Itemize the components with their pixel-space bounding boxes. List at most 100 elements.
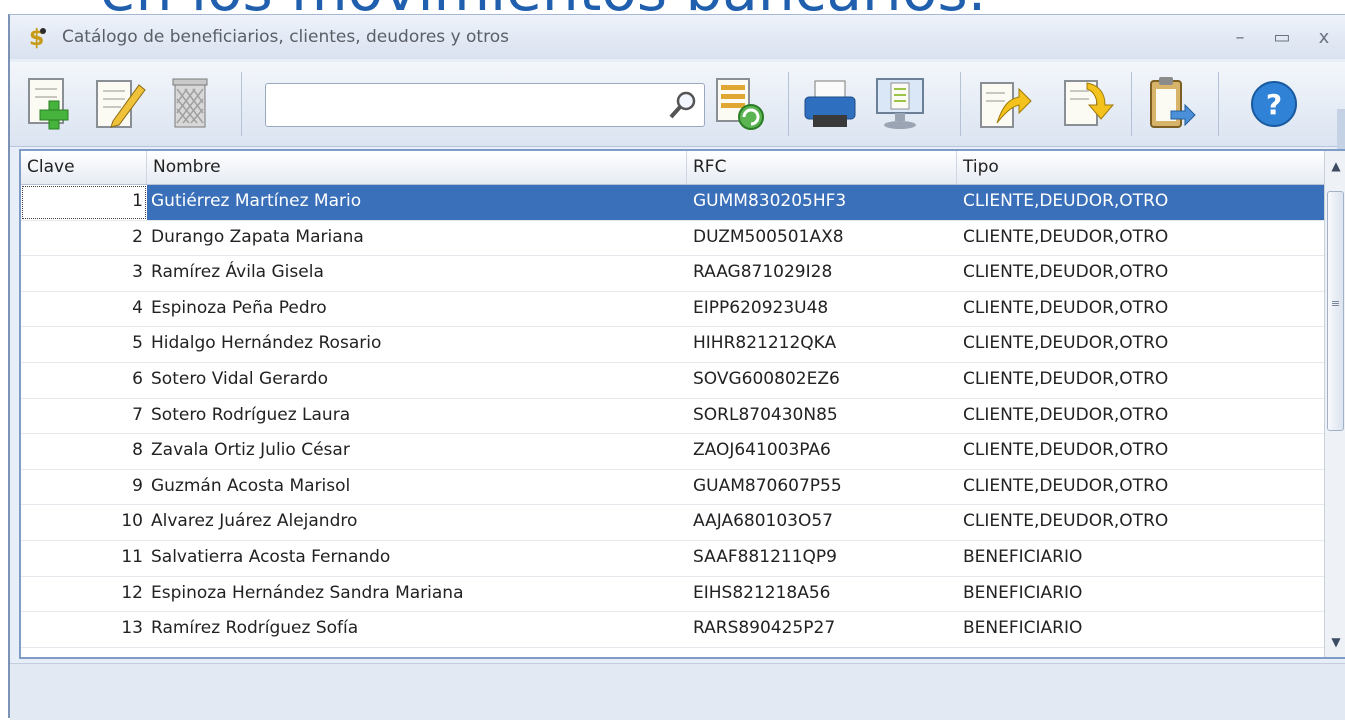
delete-trash-icon <box>172 78 208 128</box>
cell-clave: 1 <box>21 185 147 220</box>
vertical-scrollbar[interactable]: ▲ ≡ ▼ <box>1324 151 1345 657</box>
grid-header: Clave Nombre RFC Tipo <box>21 151 1327 185</box>
column-header-tipo[interactable]: Tipo <box>957 151 1327 184</box>
scroll-down-icon[interactable]: ▼ <box>1325 627 1345 657</box>
cell-rfc: AAJA680103O57 <box>693 511 833 532</box>
cell-clave: 10 <box>121 511 143 532</box>
help-icon: ? <box>1251 81 1297 127</box>
table-row[interactable]: 8 Zavala Ortiz Julio César ZAOJ641003PA6 CL… <box>21 434 1327 470</box>
refresh-button[interactable] <box>710 74 770 134</box>
cell-tipo: CLIENTE,DEUDOR,OTRO <box>963 297 1169 318</box>
scroll-thumb[interactable]: ≡ <box>1327 191 1344 431</box>
cell-nombre: Espinoza Hernández Sandra Mariana <box>151 582 464 603</box>
column-header-rfc[interactable]: RFC <box>687 151 957 184</box>
dollar-money-icon: $ <box>24 24 50 50</box>
table-row[interactable]: 5 Hidalgo Hernández Rosario HIHR821212QKA C… <box>21 327 1327 363</box>
edit-document-icon <box>96 80 146 128</box>
import-button[interactable] <box>1058 74 1118 134</box>
cell-nombre: Hidalgo Hernández Rosario <box>151 333 382 354</box>
refresh-list-icon <box>716 78 764 130</box>
cell-clave: 5 <box>132 333 143 354</box>
cell-tipo: BENEFICIARIO <box>963 582 1083 603</box>
cell-rfc: SOVG600802EZ6 <box>693 368 840 389</box>
table-row[interactable]: 1 Gutiérrez Martínez Mario GUMM830205HF3 CL… <box>21 185 1327 221</box>
cell-nombre: Gutiérrez Martínez Mario <box>147 185 687 220</box>
import-document-icon <box>1064 80 1115 126</box>
cell-nombre: Sotero Rodríguez Laura <box>151 404 351 425</box>
cell-clave: 13 <box>121 618 143 639</box>
column-header-clave[interactable]: Clave <box>21 151 147 184</box>
minimize-button[interactable]: – <box>1219 27 1261 48</box>
cell-nombre: Guzmán Acosta Marisol <box>151 475 351 496</box>
cell-tipo: CLIENTE,DEUDOR,OTRO <box>963 368 1169 389</box>
cell-nombre: Salvatierra Acosta Fernando <box>151 546 391 567</box>
search-input[interactable] <box>272 84 666 126</box>
cell-rfc: GUMM830205HF3 <box>687 185 957 220</box>
cell-clave: 11 <box>121 546 143 567</box>
cell-nombre: Ramírez Rodríguez Sofía <box>151 618 359 639</box>
help-button[interactable]: ? <box>1244 74 1304 134</box>
close-button[interactable]: x <box>1303 27 1345 48</box>
cell-clave: 7 <box>132 404 143 425</box>
cell-tipo: CLIENTE,DEUDOR,OTRO <box>957 185 1327 220</box>
cell-tipo: BENEFICIARIO <box>963 618 1083 639</box>
cell-nombre: Alvarez Juárez Alejandro <box>151 511 358 532</box>
cell-rfc: RARS890425P27 <box>693 618 836 639</box>
cell-nombre: Zavala Ortiz Julio César <box>151 440 350 461</box>
cell-rfc: SAAF881211QP9 <box>693 546 837 567</box>
cell-rfc: DUZM500501AX8 <box>693 226 844 247</box>
cell-clave: 3 <box>132 262 143 283</box>
cell-nombre: Sotero Vidal Gerardo <box>151 368 328 389</box>
paste-button[interactable] <box>1140 74 1200 134</box>
table-row[interactable]: 11 Salvatierra Acosta Fernando SAAF881211Q… <box>21 541 1327 577</box>
add-button[interactable] <box>22 74 82 134</box>
export-button[interactable] <box>974 74 1034 134</box>
cell-clave: 9 <box>132 475 143 496</box>
toolbar: ? <box>10 62 1345 193</box>
cell-clave: 6 <box>132 368 143 389</box>
cell-rfc: SORL870430N85 <box>693 404 838 425</box>
cell-clave: 12 <box>121 582 143 603</box>
cell-nombre: Durango Zapata Mariana <box>151 226 364 247</box>
status-bar <box>10 663 1345 720</box>
beneficiaries-grid[interactable]: Clave Nombre RFC Tipo 1 Gutiérrez Martíne… <box>19 149 1345 659</box>
print-button[interactable] <box>800 74 860 134</box>
cell-tipo: CLIENTE,DEUDOR,OTRO <box>963 226 1169 247</box>
scroll-up-icon[interactable]: ▲ <box>1325 151 1345 181</box>
window-title: Catálogo de beneficiarios, clientes, deu… <box>62 27 509 47</box>
cell-tipo: CLIENTE,DEUDOR,OTRO <box>963 440 1169 461</box>
table-row[interactable]: 13 Ramírez Rodríguez Sofía RARS890425P27 BE… <box>21 612 1327 648</box>
cell-rfc: RAAG871029I28 <box>693 262 833 283</box>
table-row[interactable]: 4 Espinoza Peña Pedro EIPP620923U48 CLIENTE… <box>21 292 1327 328</box>
print-icon <box>804 80 856 127</box>
cell-tipo: CLIENTE,DEUDOR,OTRO <box>963 511 1169 532</box>
column-header-nombre[interactable]: Nombre <box>147 151 687 184</box>
cell-tipo: CLIENTE,DEUDOR,OTRO <box>963 404 1169 425</box>
maximize-button[interactable]: ▭ <box>1261 27 1303 48</box>
delete-button[interactable] <box>160 74 220 134</box>
table-row[interactable]: 9 Guzmán Acosta Marisol GUAM870607P55 CLIEN… <box>21 470 1327 506</box>
cell-rfc: GUAM870607P55 <box>693 475 842 496</box>
cell-clave: 4 <box>132 297 143 318</box>
cell-rfc: EIHS821218A56 <box>693 582 831 603</box>
table-row[interactable]: 7 Sotero Rodríguez Laura SORL870430N85 CLIE… <box>21 399 1327 435</box>
title-bar[interactable]: $ Catálogo de beneficiarios, clientes, d… <box>10 15 1345 59</box>
table-row[interactable]: 6 Sotero Vidal Gerardo SOVG600802EZ6 CLIENT… <box>21 363 1327 399</box>
cell-tipo: CLIENTE,DEUDOR,OTRO <box>963 262 1169 283</box>
search-icon[interactable] <box>666 88 700 126</box>
svg-text:?: ? <box>1266 88 1282 121</box>
cell-nombre: Espinoza Peña Pedro <box>151 297 327 318</box>
table-row[interactable]: 12 Espinoza Hernández Sandra Mariana EIHS8… <box>21 577 1327 613</box>
preview-button[interactable] <box>870 74 930 134</box>
edit-button[interactable] <box>90 74 150 134</box>
export-document-icon <box>980 82 1032 128</box>
paste-clipboard-icon <box>1150 77 1196 128</box>
preview-monitor-icon <box>876 78 924 129</box>
cell-clave: 8 <box>132 440 143 461</box>
grid-rows: 1 Gutiérrez Martínez Mario GUMM830205HF3 CL… <box>21 185 1327 648</box>
cell-tipo: CLIENTE,DEUDOR,OTRO <box>963 333 1169 354</box>
table-row[interactable]: 3 Ramírez Ávila Gisela RAAG871029I28 CLIENT… <box>21 256 1327 292</box>
add-document-icon <box>28 78 69 130</box>
table-row[interactable]: 10 Alvarez Juárez Alejandro AAJA680103O57 C… <box>21 505 1327 541</box>
table-row[interactable]: 2 Durango Zapata Mariana DUZM500501AX8 CLIE… <box>21 221 1327 257</box>
